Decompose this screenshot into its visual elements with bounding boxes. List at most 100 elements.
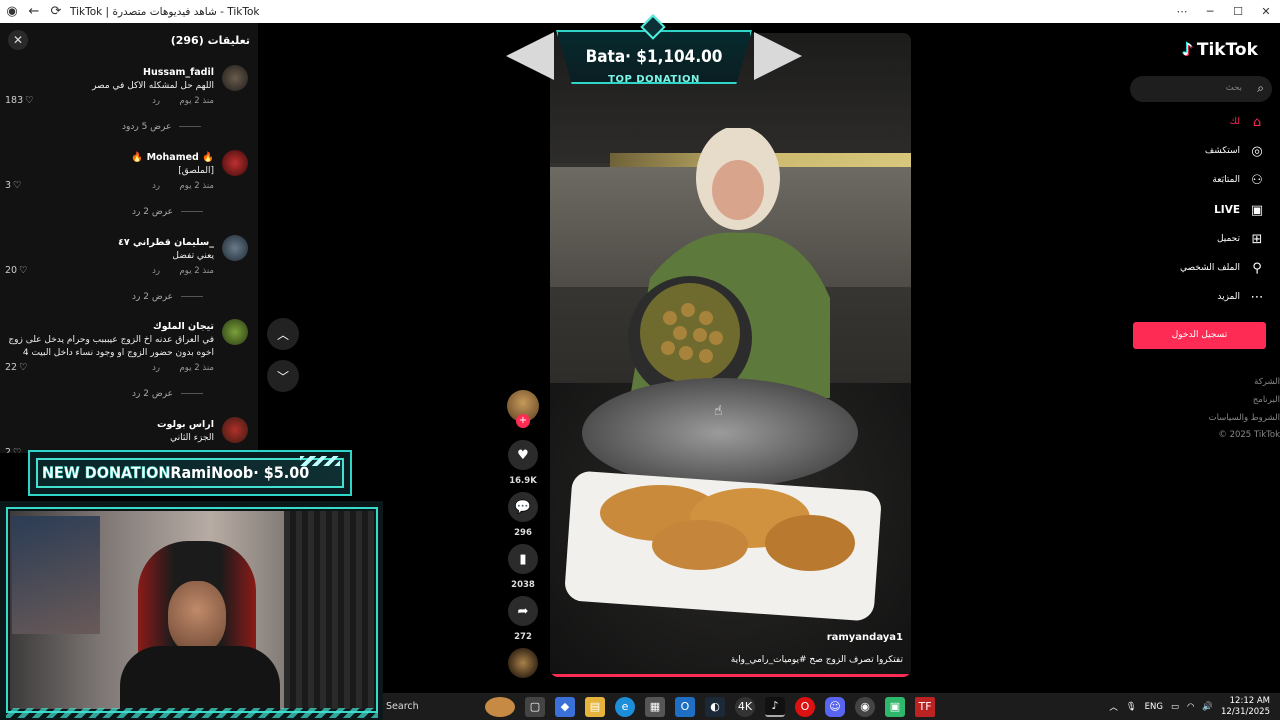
save-button[interactable]: ▮ bbox=[508, 544, 538, 574]
monitor-icon[interactable]: ▭ bbox=[1171, 702, 1179, 712]
copilot-icon[interactable]: ◆ bbox=[555, 696, 575, 717]
video-scene-chicken bbox=[600, 485, 855, 571]
minimize-button[interactable]: ─ bbox=[1196, 5, 1224, 18]
taskbar-search[interactable]: Search bbox=[383, 701, 471, 712]
video-player[interactable]: ramyandaya1 تفتكروا تصرف الزوج صح #يوميا… bbox=[550, 33, 911, 677]
sidebar-item-live[interactable]: LIVE ▣ bbox=[1136, 202, 1266, 222]
sidebar-item-label: استكشف bbox=[1204, 146, 1240, 156]
obs-icon[interactable]: ◉ bbox=[855, 696, 875, 717]
music-disc[interactable] bbox=[508, 648, 538, 678]
maximize-button[interactable]: ☐ bbox=[1224, 5, 1252, 18]
avatar[interactable] bbox=[222, 150, 248, 176]
language-indicator[interactable]: ENG bbox=[1145, 702, 1163, 712]
task-view-icon[interactable]: ▢ bbox=[525, 696, 545, 717]
search-input[interactable]: بحث ⌕ bbox=[1130, 76, 1272, 102]
reply-button[interactable]: رد bbox=[152, 96, 160, 106]
comment-icon: 💬 bbox=[514, 499, 532, 515]
video-progress-bar[interactable] bbox=[550, 674, 911, 677]
video-caption[interactable]: تفتكروا تصرف الزوج صح #يوميات_رامي_واية bbox=[731, 655, 903, 665]
avatar[interactable] bbox=[222, 417, 248, 443]
avatar[interactable] bbox=[222, 65, 248, 91]
comment-username[interactable]: 🔥 Mohamed 🔥 bbox=[131, 152, 214, 163]
tiktok-logo[interactable]: ♪ TikTok bbox=[1182, 40, 1258, 60]
reply-button[interactable]: رد bbox=[152, 181, 160, 191]
comment-like-button[interactable]: 3 ♡ bbox=[5, 180, 22, 191]
comment-username-text: Mohamed bbox=[146, 152, 199, 163]
comment-username[interactable]: اراس بولوت bbox=[157, 419, 214, 430]
heart-icon: ♡ bbox=[13, 180, 22, 191]
user-plus-icon: ⚇ bbox=[1251, 173, 1263, 188]
microphone-icon[interactable]: 🎙 bbox=[1126, 702, 1137, 712]
clock[interactable]: 12:12 AM 12/31/2025 bbox=[1221, 696, 1270, 718]
previous-video-button[interactable]: ︿ bbox=[267, 318, 299, 350]
comment-like-button[interactable]: 22 ♡ bbox=[5, 362, 28, 373]
comment-like-button[interactable]: 20 ♡ bbox=[5, 265, 28, 276]
discord-icon[interactable]: ☺ bbox=[825, 696, 845, 717]
new-donation-label: NEW DONATION bbox=[42, 463, 171, 483]
steam-icon[interactable]: ◐ bbox=[705, 696, 725, 717]
tiktok-taskbar-icon[interactable]: ♪ bbox=[765, 696, 785, 717]
follow-button[interactable]: + bbox=[516, 414, 530, 428]
live-icon: ▣ bbox=[1250, 203, 1264, 218]
avatar[interactable] bbox=[222, 235, 248, 261]
sidebar-item-following[interactable]: المتابَعة ⚇ bbox=[1136, 172, 1266, 192]
sidebar-item-more[interactable]: المزيد ⋯ bbox=[1136, 289, 1266, 309]
avatar[interactable] bbox=[222, 319, 248, 345]
logo-text: TikTok bbox=[1196, 40, 1258, 60]
compass-icon: ◎ bbox=[1251, 144, 1263, 159]
widget-icon[interactable] bbox=[485, 696, 515, 717]
like-button[interactable]: ♥ bbox=[508, 440, 538, 470]
tiktok-note-icon: ♪ bbox=[1182, 40, 1193, 60]
reply-button[interactable]: رد bbox=[152, 266, 160, 276]
footer-link-program[interactable]: البرنامج bbox=[1253, 395, 1280, 405]
game-icon[interactable]: ▣ bbox=[885, 696, 905, 717]
store-icon[interactable]: ▦ bbox=[645, 696, 665, 717]
new-donation-donor: RamiNoob· $5.00 bbox=[170, 463, 310, 482]
search-icon[interactable]: ⌕ bbox=[1257, 81, 1264, 96]
comments-panel: ✕ تعليقات (296) Hussam_fadil اللهم حل لم… bbox=[0, 23, 258, 453]
reload-button[interactable]: ⟳ bbox=[48, 4, 64, 20]
view-replies-button[interactable]: عرض 2 رد bbox=[132, 207, 203, 217]
chevron-up-icon[interactable]: ︿ bbox=[1109, 701, 1118, 713]
comment-username[interactable]: Hussam_fadil bbox=[143, 67, 214, 78]
comment-like-button[interactable]: 2 ♡ bbox=[5, 447, 22, 453]
menu-button[interactable]: ⋯ bbox=[1168, 5, 1196, 18]
comment-like-button[interactable]: 183 ♡ bbox=[5, 95, 34, 106]
sidebar-item-label: المتابَعة bbox=[1212, 175, 1240, 185]
outlook-icon[interactable]: O bbox=[675, 696, 695, 717]
volume-icon[interactable]: 🔊 bbox=[1202, 702, 1213, 712]
tf-icon[interactable]: TF bbox=[915, 696, 935, 717]
wifi-icon[interactable]: ◠ bbox=[1187, 702, 1194, 712]
video-author[interactable]: ramyandaya1 bbox=[827, 632, 903, 643]
browser-titlebar: ◉ ← ⟳ TikTok | شاهد فيديوهات متصدرة - Ti… bbox=[0, 0, 1280, 23]
home-icon: ⌂ bbox=[1252, 115, 1262, 130]
file-explorer-icon[interactable]: ▤ bbox=[585, 696, 605, 717]
login-button[interactable]: تسجيل الدخول bbox=[1133, 322, 1266, 349]
back-button[interactable]: ← bbox=[26, 4, 42, 20]
footer-link-terms[interactable]: الشروط والسياسات bbox=[1209, 413, 1280, 423]
next-video-button[interactable]: ﹀ bbox=[267, 360, 299, 392]
window-title: TikTok | شاهد فيديوهات متصدرة - TikTok bbox=[70, 5, 260, 18]
share-icon: ➦ bbox=[517, 603, 529, 619]
top-donation-label: TOP DONATION bbox=[608, 74, 700, 85]
share-button[interactable]: ➦ bbox=[508, 596, 538, 626]
reply-button[interactable]: رد bbox=[152, 363, 160, 373]
comment-button[interactable]: 💬 bbox=[508, 492, 538, 522]
footer-link-company[interactable]: الشركة bbox=[1254, 377, 1280, 387]
view-replies-button[interactable]: عرض 5 ردود bbox=[122, 122, 201, 132]
sidebar-item-explore[interactable]: استكشف ◎ bbox=[1136, 143, 1266, 163]
edge-icon[interactable]: e bbox=[615, 696, 635, 717]
app-4k-icon[interactable]: 4K bbox=[735, 696, 755, 717]
sidebar-item-upload[interactable]: تحميل ⊞ bbox=[1136, 231, 1266, 251]
close-window-button[interactable]: ✕ bbox=[1252, 5, 1280, 18]
sidebar-item-profile[interactable]: الملف الشخصي ⚲ bbox=[1136, 260, 1266, 280]
view-replies-button[interactable]: عرض 2 رد bbox=[132, 389, 203, 399]
comment-username[interactable]: سليمان قطراني ٤٧_ bbox=[118, 237, 214, 248]
like-count: 16.9K bbox=[509, 476, 537, 486]
close-comments-button[interactable]: ✕ bbox=[8, 30, 28, 50]
view-replies-button[interactable]: عرض 2 رد bbox=[132, 292, 203, 302]
comment-text: في العراق عدنه اخ الزوج عيبببب وحرام يدخ… bbox=[8, 335, 214, 358]
opera-icon[interactable]: O bbox=[795, 696, 815, 717]
sidebar-item-for-you[interactable]: لك ⌂ bbox=[1136, 114, 1266, 134]
comment-username[interactable]: تيجان الملوك bbox=[153, 321, 214, 332]
